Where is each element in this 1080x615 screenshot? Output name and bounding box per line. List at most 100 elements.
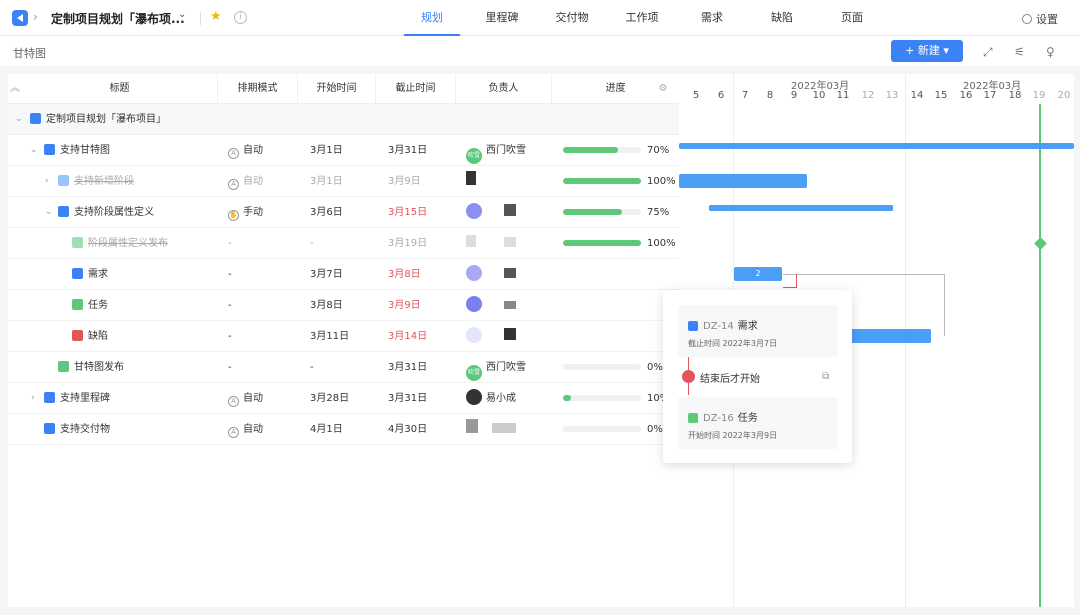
row-end: 4月30日 (388, 424, 428, 435)
row-start: 3月1日 (310, 145, 343, 156)
table-row[interactable]: › 支持里程碑 A 自动 3月28日 3月31日 易小成 10% (8, 383, 679, 414)
new-button[interactable]: + 新建 ▾ (891, 40, 963, 62)
app-logo-icon[interactable] (12, 10, 28, 26)
row-owner (466, 197, 516, 228)
chevron-right-icon[interactable]: › (45, 166, 49, 197)
table-row[interactable]: 支持交付物 A 自动 4月1日 4月30日 0% (8, 414, 679, 445)
star-icon[interactable]: ★ (210, 9, 222, 24)
day-tick: 19 (1032, 90, 1046, 101)
row-owner: 易小成 (466, 383, 516, 414)
row-end: 3月31日 (388, 362, 428, 373)
gantt-bar[interactable] (679, 174, 807, 188)
gantt-bar[interactable] (679, 143, 1074, 149)
row-title: 支持里程碑 (44, 383, 110, 414)
row-title: 支持阶段属性定义 (58, 197, 154, 228)
row-start: 4月1日 (310, 424, 343, 435)
day-tick: 20 (1057, 90, 1071, 101)
row-title-text: 需求 (88, 269, 108, 280)
task-icon (688, 413, 698, 423)
day-tick: 7 (741, 90, 749, 101)
table-row[interactable]: 需求 - 3月7日 3月8日 (8, 259, 679, 290)
row-mode: - (228, 362, 232, 373)
requirement-icon (688, 321, 698, 331)
row-owner (466, 166, 476, 197)
row-title-text: 定制项目规划「瀑布项目」 (46, 114, 166, 125)
row-title: 缺陷 (72, 321, 108, 352)
filter-settings-icon[interactable]: ⚟ (1014, 45, 1025, 59)
table-row[interactable]: › 支持新增阶段 A 自动 3月1日 3月9日 100% (8, 166, 679, 197)
owner-name: 西门吹雪 (486, 145, 526, 156)
fullscreen-icon[interactable]: ⤢ (983, 45, 993, 60)
header-mode: 排期模式 (218, 74, 298, 104)
collapse-all-icon[interactable]: ︽ (8, 74, 22, 104)
day-tick: 6 (717, 90, 725, 101)
progress-bar (563, 395, 641, 401)
avatar (466, 265, 482, 281)
chevron-down-icon[interactable]: ⌄ (178, 9, 186, 20)
progress-fill (563, 240, 641, 246)
table-row[interactable]: 缺陷 - 3月11日 3月14日 (8, 321, 679, 352)
row-title-text: 缺陷 (88, 331, 108, 342)
milestone-icon (58, 361, 69, 372)
row-progress: 100% (563, 228, 676, 259)
tab-deliverable[interactable]: 交付物 (544, 0, 600, 36)
tab-requirement[interactable]: 需求 (684, 0, 740, 36)
progress-bar (563, 240, 641, 246)
row-start: 3月11日 (310, 331, 350, 342)
tab-milestone[interactable]: 里程碑 (474, 0, 530, 36)
tab-page[interactable]: 页面 (824, 0, 880, 36)
day-tick: 15 (934, 90, 948, 101)
chevron-down-icon[interactable]: ⌄ (45, 197, 53, 228)
info-icon[interactable]: i (234, 11, 247, 24)
owner-name-redacted (504, 237, 516, 247)
tab-workitem[interactable]: 工作项 (614, 0, 670, 36)
gantt-bar-progress (709, 205, 893, 211)
table-row[interactable]: 任务 - 3月8日 3月9日 (8, 290, 679, 321)
row-start: - (310, 362, 314, 373)
day-tick: 5 (692, 90, 700, 101)
table-row[interactable]: 甘特图发布 - - 3月31日 吹雪 西门吹雪 0% (8, 352, 679, 383)
day-tick: 17 (983, 90, 997, 101)
progress-text: 75% (647, 207, 670, 218)
row-title: 支持甘特图 (44, 135, 110, 166)
row-owner: 吹雪 西门吹雪 (466, 352, 526, 383)
settings-button[interactable]: 设置 (1022, 11, 1058, 27)
auto-mode-icon: A (228, 148, 239, 159)
gantt-bar[interactable]: 2 (734, 267, 782, 281)
column-settings-icon[interactable]: ⚙ (656, 74, 670, 104)
chevron-down-icon[interactable]: ⌄ (15, 104, 23, 135)
table-row[interactable]: 阶段属性定义发布 - - 3月19日 100% (8, 228, 679, 259)
lightbulb-icon[interactable]: ♀ (1046, 45, 1055, 59)
avatar (466, 389, 482, 405)
row-start: 3月6日 (310, 207, 343, 218)
tab-plan[interactable]: 规划 (404, 0, 460, 36)
unlink-icon[interactable]: ⧉ (822, 371, 829, 382)
row-mode: - (228, 238, 232, 249)
today-line (1039, 104, 1041, 607)
progress-fill (563, 209, 622, 215)
avatar: 吹雪 (466, 148, 482, 164)
progress-text: 100% (647, 238, 676, 249)
table-row[interactable]: ⌄ 支持甘特图 A 自动 3月1日 3月31日 吹雪 西门吹雪 70% (8, 135, 679, 166)
row-title: 支持交付物 (44, 414, 110, 445)
row-end: 3月14日 (388, 331, 428, 342)
header-end: 截止时间 (376, 74, 456, 104)
tab-bar: 规划 里程碑 交付物 工作项 需求 缺陷 页面 (404, 0, 894, 36)
dependency-target-card[interactable]: DZ-16 任务 开始时间 2022年3月9日 (678, 397, 838, 449)
progress-text: 100% (647, 176, 676, 187)
chevron-right-icon[interactable]: › (31, 383, 35, 414)
dependency-source-card[interactable]: DZ-14 需求 截止时间 2022年3月7日 (678, 305, 838, 357)
chevron-down-icon[interactable]: ⌄ (30, 135, 38, 166)
row-owner (466, 259, 516, 290)
row-mode: - (228, 331, 232, 342)
day-tick: 11 (836, 90, 850, 101)
item-date: 截止时间 2022年3月7日 (688, 339, 778, 348)
table-row[interactable]: ⌄ 定制项目规划「瀑布项目」 (8, 104, 679, 135)
auto-mode-icon: A (228, 396, 239, 407)
tab-defect[interactable]: 缺陷 (754, 0, 810, 36)
stage-icon (44, 392, 55, 403)
table-row[interactable]: ⌄ 支持阶段属性定义 ✋ 手动 3月6日 3月15日 75% (8, 197, 679, 228)
row-mode: A 自动 (228, 135, 263, 166)
project-title[interactable]: 定制项目规划「瀑布项... (51, 10, 185, 27)
milestone-diamond-icon[interactable] (1034, 237, 1047, 250)
